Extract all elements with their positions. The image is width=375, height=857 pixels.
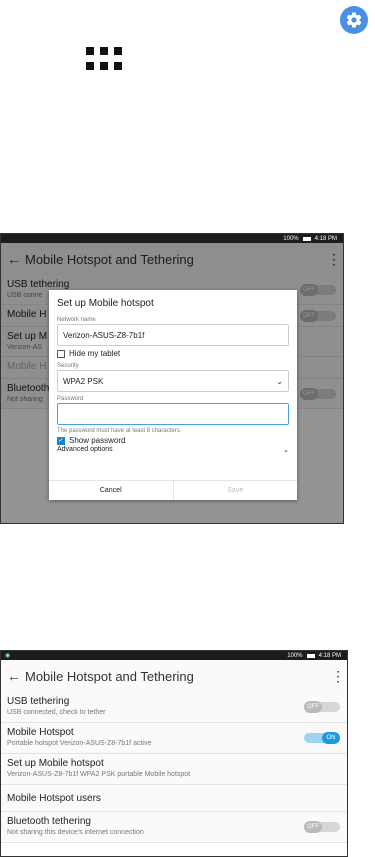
setup-hotspot-dialog: Set up Mobile hotspot Network name Veriz… (49, 290, 297, 500)
hide-tablet-label: Hide my tablet (69, 349, 121, 358)
chevron-down-icon: ⌄ (283, 447, 289, 454)
battery-icon (306, 653, 315, 658)
clock: 4:18 PM (318, 652, 341, 659)
hide-tablet-checkbox[interactable] (57, 349, 65, 358)
network-name-label: Network name (57, 317, 96, 323)
status-bar: 100% 4:18 PM (1, 234, 343, 243)
list-item[interactable]: Bluetooth tethering Not sharing this dev… (1, 812, 347, 843)
dialog-buttons: Cancel Save (49, 480, 297, 500)
advanced-options[interactable]: Advanced options ⌄ (49, 446, 297, 454)
cancel-button[interactable]: Cancel (49, 481, 174, 500)
usb-tethering-toggle[interactable]: OFF (304, 701, 340, 713)
toggle-label: OFF (304, 701, 322, 713)
row-title: Mobile Hotspot (7, 727, 74, 738)
page-title: Mobile Hotspot and Tethering (25, 668, 194, 684)
bluetooth-tethering-toggle[interactable]: OFF (304, 821, 340, 833)
list-item[interactable]: USB tethering USB connected, check to te… (1, 692, 347, 723)
security-label: Security (57, 363, 79, 369)
save-button[interactable]: Save (174, 481, 298, 500)
hotspot-dialog-screenshot: 100% 4:18 PM ← Mobile Hotspot and Tether… (0, 233, 344, 524)
toggle-label: ON (322, 732, 340, 744)
more-options-icon[interactable]: ⋮ (331, 668, 345, 685)
row-title: Bluetooth tethering (7, 816, 91, 827)
network-name-input[interactable]: Verizon-ASUS-Z8-7b1f (57, 324, 289, 346)
list-item[interactable]: Set up Mobile hotspot Verizon-ASUS-Z8-7b… (1, 754, 347, 785)
list-item[interactable]: Mobile Hotspot Portable hotspot Verizon-… (1, 723, 347, 754)
battery-percent: 100% (287, 652, 303, 659)
password-label: Password (57, 396, 84, 402)
hotspot-settings-screenshot: ◉ 100% 4:18 PM ← Mobile Hotspot and Teth… (0, 650, 348, 857)
chevron-down-icon: ⌄ (276, 376, 283, 386)
show-password-option[interactable]: ✓ Show password (49, 434, 297, 446)
back-arrow-icon[interactable]: ← (7, 668, 25, 684)
hotspot-status-icon: ◉ (5, 653, 11, 659)
list-item[interactable]: Mobile Hotspot users (1, 785, 347, 812)
row-title: Mobile Hotspot users (7, 793, 101, 804)
security-select[interactable]: WPA2 PSK ⌄ (57, 370, 289, 392)
apps-grid-icon[interactable] (86, 47, 122, 73)
app-bar: ← Mobile Hotspot and Tethering ⋮ (1, 660, 347, 692)
show-password-checkbox[interactable]: ✓ (57, 436, 65, 445)
security-value: WPA2 PSK (63, 376, 104, 386)
battery-icon (302, 236, 311, 241)
row-title: USB tethering (7, 696, 70, 707)
gear-glyph (346, 12, 362, 28)
row-subtitle: Not sharing this device's internet conne… (7, 829, 144, 836)
show-password-label: Show password (69, 436, 126, 445)
row-subtitle: Verizon-ASUS-Z8-7b1f WPA2 PSK portable M… (7, 771, 191, 778)
hide-tablet-option[interactable]: Hide my tablet (49, 346, 297, 361)
status-bar: ◉ 100% 4:18 PM (1, 651, 347, 660)
password-hint: The password must have at least 8 charac… (57, 428, 182, 434)
battery-percent: 100% (283, 235, 299, 242)
row-subtitle: USB connected, check to tether (7, 709, 106, 716)
advanced-options-label: Advanced options (57, 446, 113, 453)
clock: 4:18 PM (314, 235, 337, 242)
dialog-title: Set up Mobile hotspot (57, 298, 154, 309)
password-input[interactable] (57, 403, 289, 425)
toggle-label: OFF (304, 821, 322, 833)
mobile-hotspot-toggle[interactable]: ON (304, 732, 340, 744)
row-subtitle: Portable hotspot Verizon-ASUS-Z8-7b1f ac… (7, 740, 152, 747)
gear-icon[interactable] (340, 6, 368, 34)
row-title: Set up Mobile hotspot (7, 758, 104, 769)
